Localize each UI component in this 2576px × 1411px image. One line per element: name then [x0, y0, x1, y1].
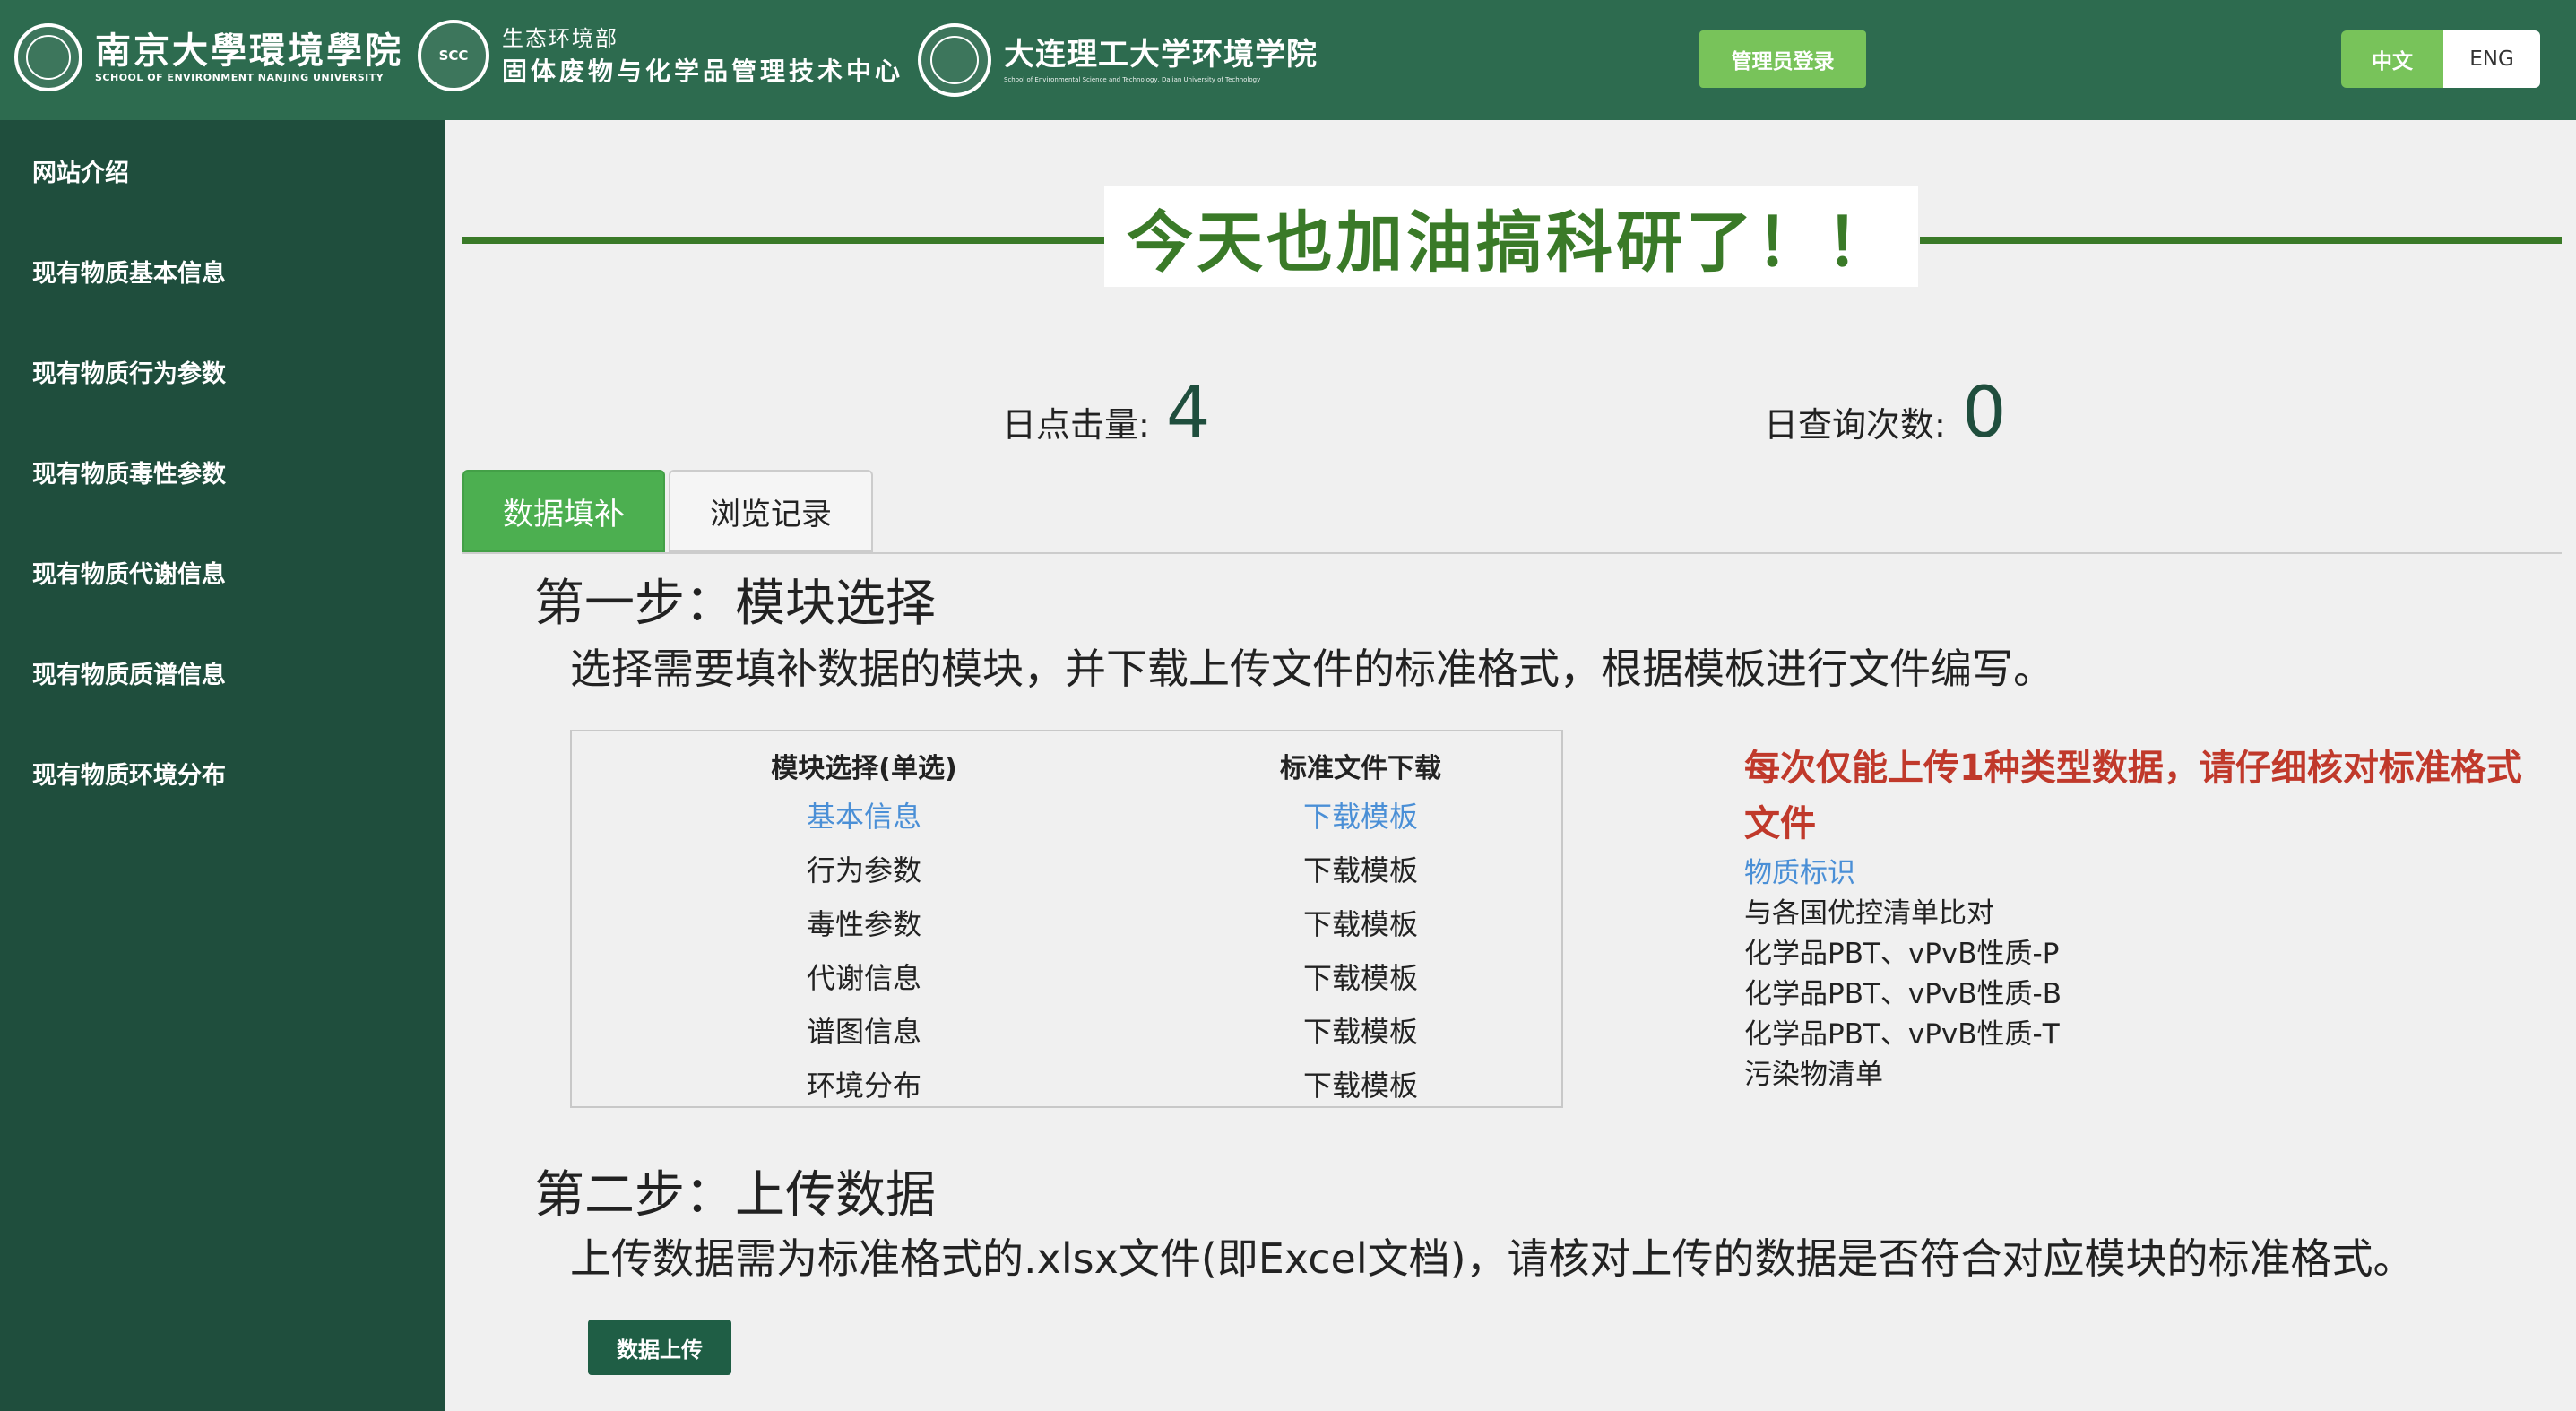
upload-data-button[interactable]: 数据上传	[588, 1320, 731, 1375]
sub-module-item-pbt-b[interactable]: 化学品PBT、vPvB性质-B	[1744, 974, 2062, 1015]
tab-data-fill[interactable]: 数据填补	[462, 470, 665, 552]
download-template-link[interactable]: 下载模板	[1181, 1063, 1540, 1104]
sub-module-list: 物质标识 与各国优控清单比对 化学品PBT、vPvB性质-P 化学品PBT、vP…	[1744, 853, 2062, 1095]
banner-divider-left	[462, 237, 1104, 244]
module-option-env-distribution[interactable]: 环境分布	[685, 1063, 1043, 1104]
daily-clicks-stat: 日点击量: 4	[1002, 373, 1210, 454]
download-column-header: 标准文件下载	[1280, 753, 1441, 784]
module-option-basic-info[interactable]: 基本信息	[685, 794, 1043, 835]
dut-logo[interactable]: 大连理工大学环境学院 School of Environmental Scien…	[918, 23, 1318, 97]
module-option-behavior[interactable]: 行为参数	[685, 848, 1043, 889]
step2-description: 上传数据需为标准格式的.xlsx文件(即Excel文档)，请核对上传的数据是否符…	[570, 1234, 2415, 1283]
sidebar-item-metabolism-info[interactable]: 现有物质代谢信息	[0, 522, 445, 622]
sidebar-item-intro[interactable]: 网站介绍	[0, 120, 445, 221]
download-template-link[interactable]: 下载模板	[1181, 794, 1540, 835]
nju-emblem-icon	[14, 23, 82, 91]
sidebar-item-behavior-params[interactable]: 现有物质行为参数	[0, 321, 445, 421]
step1-title: 第一步：模块选择	[534, 575, 936, 633]
daily-queries-label: 日查询次数:	[1764, 405, 1946, 445]
sidebar-item-toxicity-params[interactable]: 现有物质毒性参数	[0, 421, 445, 522]
download-template-link[interactable]: 下载模板	[1181, 956, 1540, 997]
sub-module-item-pbt-p[interactable]: 化学品PBT、vPvB性质-P	[1744, 934, 2062, 974]
module-option-toxicity[interactable]: 毒性参数	[685, 902, 1043, 943]
banner-divider-right	[1920, 237, 2562, 244]
sidebar-item-basic-info[interactable]: 现有物质基本信息	[0, 221, 445, 321]
lang-en-button[interactable]: ENG	[2443, 30, 2540, 88]
sub-module-item-pbt-t[interactable]: 化学品PBT、vPvB性质-T	[1744, 1015, 2062, 1055]
tab-divider	[462, 552, 2562, 554]
nju-logo-subtitle: SCHOOL OF ENVIRONMENT NANJING UNIVERSITY	[95, 72, 385, 83]
module-selection-table: 模块选择(单选) 标准文件下载 基本信息 下载模板 行为参数 下载模板 毒性参数…	[570, 730, 1563, 1108]
sidebar-item-mass-spectra-info[interactable]: 现有物质质谱信息	[0, 622, 445, 723]
module-option-metabolism[interactable]: 代谢信息	[685, 956, 1043, 997]
sidebar-item-env-distribution[interactable]: 现有物质环境分布	[0, 723, 445, 823]
admin-login-button[interactable]: 管理员登录	[1699, 30, 1866, 88]
lang-zh-button[interactable]: 中文	[2341, 30, 2443, 88]
language-switcher: 中文 ENG	[2341, 30, 2540, 88]
scc-logo[interactable]: SCC 生态环境部 固体废物与化学品管理技术中心	[418, 20, 903, 91]
scc-logo-title: 生态环境部	[502, 26, 618, 51]
daily-queries-value: 0	[1961, 373, 2007, 454]
sub-module-item-pollutant-list[interactable]: 污染物清单	[1744, 1055, 2062, 1095]
module-column-header: 模块选择(单选)	[771, 753, 957, 784]
sidebar: 网站介绍 现有物质基本信息 现有物质行为参数 现有物质毒性参数 现有物质代谢信息…	[0, 120, 445, 1411]
nju-logo-title: 南京大學環境學院	[95, 30, 403, 72]
scc-emblem-icon: SCC	[418, 20, 489, 91]
download-template-link[interactable]: 下载模板	[1181, 848, 1540, 889]
scc-logo-subtitle: 固体废物与化学品管理技术中心	[502, 56, 904, 86]
sub-module-item-priority-list[interactable]: 与各国优控清单比对	[1744, 894, 2062, 934]
step2-title: 第二步：上传数据	[534, 1166, 936, 1225]
upload-warning: 每次仅能上传1种类型数据，请仔细核对标准格式文件	[1744, 748, 2522, 844]
module-option-spectra[interactable]: 谱图信息	[685, 1009, 1043, 1051]
daily-queries-stat: 日查询次数: 0	[1764, 373, 2006, 454]
daily-clicks-value: 4	[1165, 373, 1211, 454]
dut-logo-title: 大连理工大学环境学院	[1004, 37, 1318, 73]
download-template-link[interactable]: 下载模板	[1181, 1009, 1540, 1051]
sub-module-item-identity[interactable]: 物质标识	[1744, 853, 2062, 894]
daily-clicks-label: 日点击量:	[1002, 405, 1150, 445]
step1-description: 选择需要填补数据的模块，并下载上传文件的标准格式，根据模板进行文件编写。	[570, 645, 2054, 693]
top-header: 南京大學環境學院 SCHOOL OF ENVIRONMENT NANJING U…	[0, 0, 2576, 120]
tab-browse-history[interactable]: 浏览记录	[669, 470, 873, 552]
dut-emblem-icon	[918, 23, 991, 97]
download-template-link[interactable]: 下载模板	[1181, 902, 1540, 943]
nju-logo[interactable]: 南京大學環境學院 SCHOOL OF ENVIRONMENT NANJING U…	[14, 23, 403, 91]
dut-logo-subtitle: School of Environmental Science and Tech…	[1004, 76, 1261, 83]
banner-slogan: 今天也加油搞科研了！！	[1104, 186, 1918, 287]
